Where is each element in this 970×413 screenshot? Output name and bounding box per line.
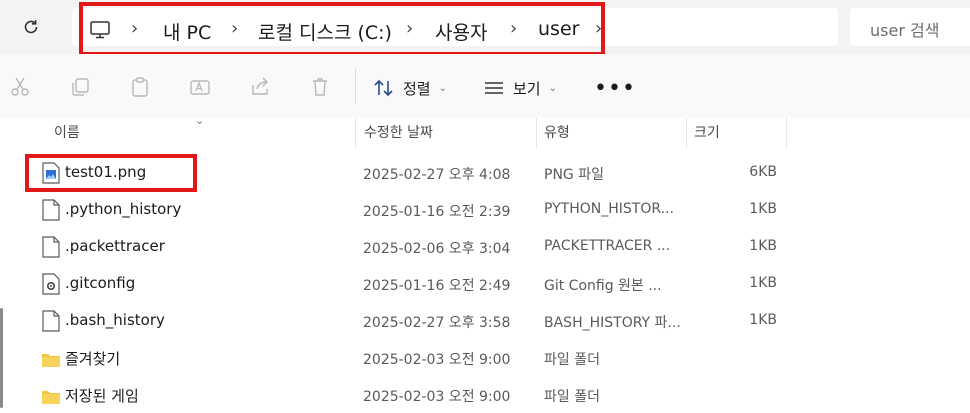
file-name: .python_history bbox=[65, 200, 182, 218]
sort-icon bbox=[374, 79, 393, 97]
file-type: PNG 파일 bbox=[544, 167, 604, 183]
search-input[interactable]: user 검색 bbox=[850, 8, 970, 46]
table-row[interactable]: .packettracer 2025-02-06 오후 3:04 PACKETT… bbox=[0, 228, 970, 265]
file-list: ⌄ 이름 수정한 날짜 유형 크기 test01.png 2025-02-27 … bbox=[0, 114, 970, 408]
column-header-date[interactable]: 수정한 날짜 bbox=[364, 122, 433, 142]
command-bar: 정렬 ⌄ 보기 ⌄ ••• bbox=[0, 54, 970, 118]
breadcrumb-local-disk[interactable]: 로컬 디스크 (C:) bbox=[258, 18, 392, 45]
more-options-button[interactable]: ••• bbox=[594, 76, 636, 101]
refresh-button[interactable] bbox=[14, 12, 48, 42]
view-button[interactable]: 보기 ⌄ bbox=[483, 74, 557, 102]
file-size: 1KB bbox=[749, 238, 777, 254]
chevron-down-icon: ⌄ bbox=[548, 82, 557, 94]
view-label: 보기 bbox=[513, 79, 541, 98]
file-date: 2025-01-16 오전 2:39 bbox=[363, 204, 511, 220]
view-list-icon bbox=[485, 82, 503, 94]
file-date: 2025-02-03 오전 9:00 bbox=[363, 389, 511, 405]
share-icon[interactable] bbox=[249, 76, 271, 98]
chevron-right-icon[interactable]: › bbox=[595, 18, 602, 39]
copy-icon[interactable] bbox=[69, 76, 91, 98]
file-size: 6KB bbox=[749, 164, 777, 180]
file-size: 1KB bbox=[749, 275, 777, 291]
file-type: 파일 폴더 bbox=[544, 352, 600, 368]
column-header-row: ⌄ 이름 수정한 날짜 유형 크기 bbox=[0, 114, 970, 148]
file-date: 2025-02-03 오전 9:00 bbox=[363, 352, 511, 368]
file-size: 1KB bbox=[749, 312, 777, 328]
chevron-right-icon[interactable]: › bbox=[131, 18, 138, 39]
table-row[interactable]: .gitconfig 2025-01-16 오전 2:49 Git Config… bbox=[0, 265, 970, 302]
highlight-box bbox=[25, 154, 197, 192]
breadcrumb-users[interactable]: 사용자 bbox=[435, 18, 487, 45]
paste-icon[interactable] bbox=[129, 76, 151, 98]
table-row[interactable]: 즐겨찾기 2025-02-03 오전 9:00 파일 폴더 bbox=[0, 339, 970, 376]
file-type: PACKETTRACER ... bbox=[544, 238, 671, 254]
refresh-icon bbox=[24, 20, 38, 34]
chevron-right-icon[interactable]: › bbox=[231, 18, 238, 39]
file-name: .packettracer bbox=[65, 237, 165, 255]
file-type: Git Config 원본 ... bbox=[544, 278, 662, 294]
table-row[interactable]: 저장된 게임 2025-02-03 오전 9:00 파일 폴더 bbox=[0, 376, 970, 413]
config-file-icon bbox=[42, 273, 60, 295]
column-divider[interactable] bbox=[686, 118, 687, 148]
table-row[interactable]: .python_history 2025-01-16 오전 2:39 PYTHO… bbox=[0, 191, 970, 228]
file-type: BASH_HISTORY 파... bbox=[544, 315, 681, 331]
file-type: PYTHON_HISTOR... bbox=[544, 201, 674, 217]
computer-icon[interactable] bbox=[89, 20, 111, 40]
file-icon bbox=[42, 199, 60, 221]
file-date: 2025-02-27 오후 3:58 bbox=[363, 315, 511, 331]
column-header-name[interactable]: 이름 bbox=[54, 122, 80, 142]
file-icon bbox=[42, 310, 60, 332]
sort-button[interactable]: 정렬 ⌄ bbox=[373, 74, 447, 102]
chevron-down-icon: ⌄ bbox=[195, 114, 205, 127]
chevron-down-icon: ⌄ bbox=[438, 82, 447, 94]
column-divider[interactable] bbox=[536, 118, 537, 148]
breadcrumb: › 내 PC › 로컬 디스크 (C:) › 사용자 › user › bbox=[79, 2, 605, 56]
cut-icon[interactable] bbox=[9, 76, 31, 98]
file-icon bbox=[42, 236, 60, 258]
column-header-type[interactable]: 유형 bbox=[544, 122, 570, 142]
breadcrumb-my-pc[interactable]: 내 PC bbox=[163, 18, 211, 45]
table-row[interactable]: .bash_history 2025-02-27 오후 3:58 BASH_HI… bbox=[0, 302, 970, 339]
rename-icon[interactable] bbox=[189, 76, 211, 98]
delete-icon[interactable] bbox=[309, 76, 331, 98]
breadcrumb-user[interactable]: user bbox=[538, 18, 579, 40]
column-divider[interactable] bbox=[786, 118, 787, 148]
chevron-right-icon[interactable]: › bbox=[510, 18, 517, 39]
column-divider[interactable] bbox=[355, 118, 356, 148]
file-name: .gitconfig bbox=[65, 274, 136, 292]
file-name: .bash_history bbox=[65, 311, 165, 329]
file-date: 2025-02-06 오후 3:04 bbox=[363, 241, 511, 257]
column-header-size[interactable]: 크기 bbox=[694, 122, 720, 142]
file-date: 2025-02-27 오후 4:08 bbox=[363, 167, 511, 183]
sort-label: 정렬 bbox=[403, 79, 431, 98]
folder-icon bbox=[42, 354, 60, 367]
address-bar-row: › 내 PC › 로컬 디스크 (C:) › 사용자 › user › user… bbox=[0, 0, 970, 56]
chevron-right-icon[interactable]: › bbox=[406, 18, 413, 39]
toolbar-divider bbox=[355, 68, 356, 104]
file-size: 1KB bbox=[749, 201, 777, 217]
search-placeholder: user 검색 bbox=[870, 21, 940, 40]
file-type: 파일 폴더 bbox=[544, 389, 600, 405]
folder-icon bbox=[42, 391, 60, 404]
file-date: 2025-01-16 오전 2:49 bbox=[363, 278, 511, 294]
folder-name: 즐겨찾기 bbox=[65, 350, 121, 368]
